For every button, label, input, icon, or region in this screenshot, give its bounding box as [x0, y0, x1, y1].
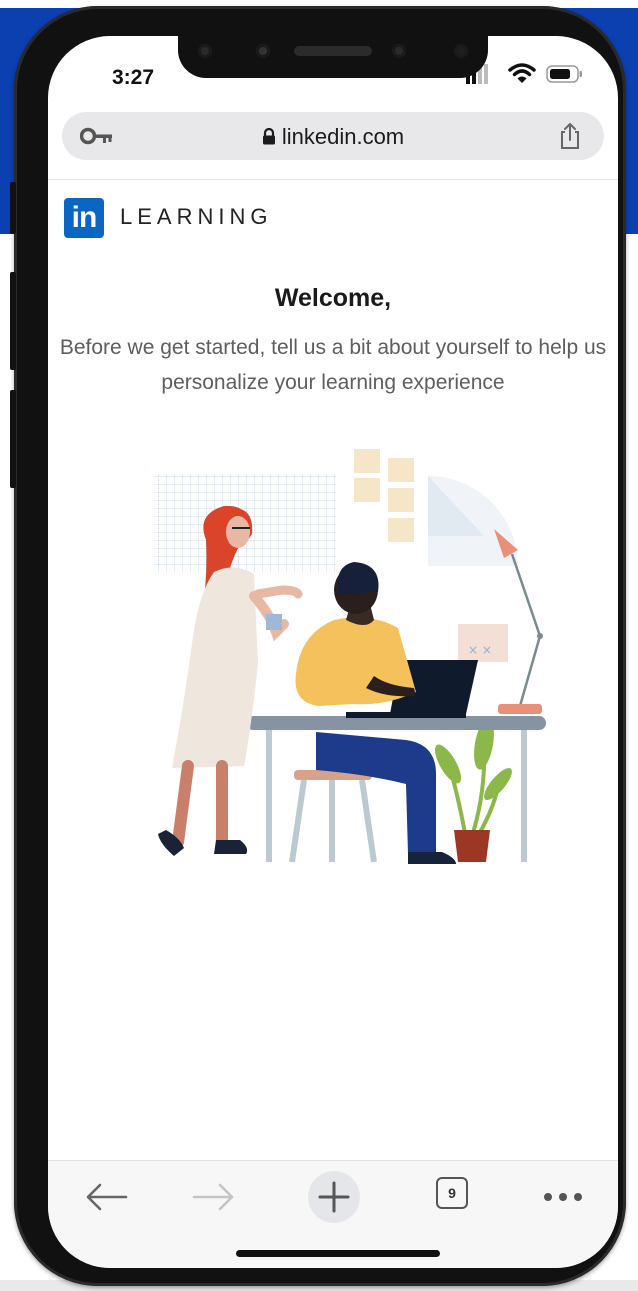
phone-screen: 3:27 linkedin.com in LEARNING Welcome, B… — [48, 36, 618, 1268]
svg-text:× ×: × × — [468, 643, 492, 657]
wifi-icon — [508, 63, 536, 83]
phone-notch — [178, 36, 488, 78]
status-time: 3:27 — [112, 66, 155, 89]
tabs-count-icon[interactable]: 9 — [436, 1177, 468, 1209]
linkedin-logo[interactable]: in — [64, 198, 104, 238]
learning-wordmark: LEARNING — [120, 204, 273, 229]
forward-arrow-icon[interactable] — [184, 1175, 244, 1219]
page-title: Welcome, — [274, 284, 392, 312]
browser-divider — [48, 179, 618, 180]
address-bar[interactable]: linkedin.com — [62, 112, 604, 160]
two-people-at-desk-illustration: × × — [154, 449, 546, 864]
proximity-sensor-icon — [454, 44, 468, 58]
page-subtitle: Before we get started, tell us a bit abo… — [59, 336, 607, 394]
more-icon[interactable] — [534, 1175, 594, 1219]
back-arrow-icon[interactable] — [76, 1175, 136, 1219]
phone-volume-down-button — [10, 390, 16, 488]
sensor-icon — [256, 44, 270, 58]
lock-icon — [262, 127, 275, 145]
url-text: linkedin.com — [281, 124, 405, 149]
url-display[interactable]: linkedin.com — [62, 124, 604, 150]
home-indicator[interactable] — [236, 1250, 440, 1257]
phone-mute-switch — [10, 182, 16, 234]
share-icon[interactable] — [558, 122, 582, 150]
new-tab-plus-icon[interactable] — [304, 1167, 364, 1227]
earpiece-speaker — [294, 46, 372, 56]
battery-icon — [546, 65, 582, 83]
front-camera-icon — [198, 44, 212, 58]
sensor-icon — [392, 44, 406, 58]
phone-volume-up-button — [10, 272, 16, 370]
